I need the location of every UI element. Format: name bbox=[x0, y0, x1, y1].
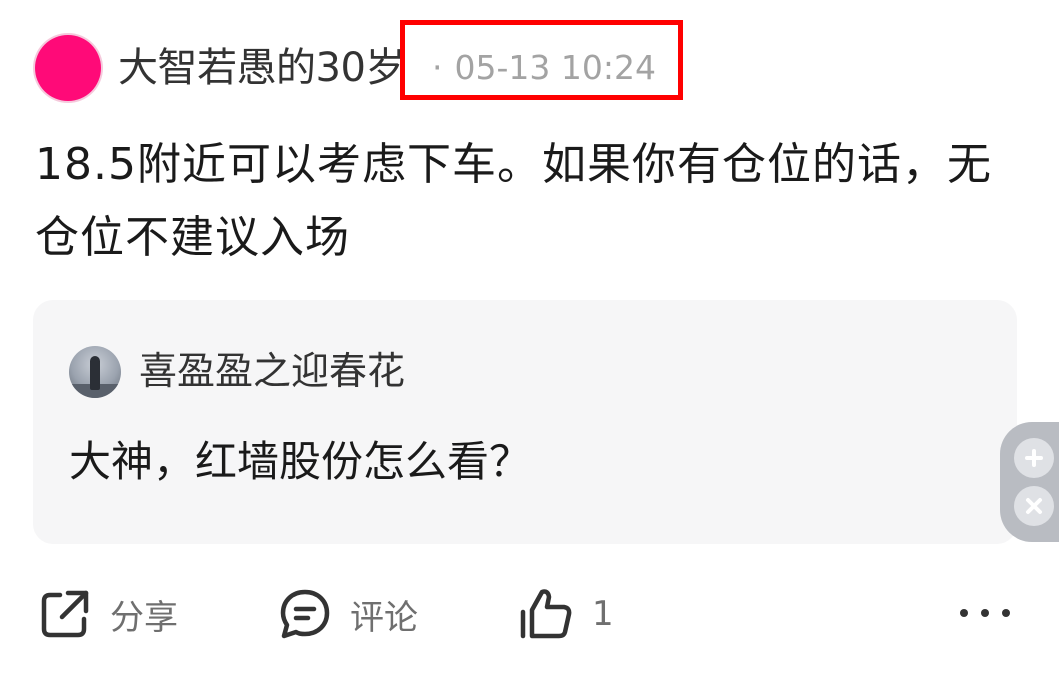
plus-icon bbox=[1025, 449, 1043, 467]
post-text: 18.5附近可以考虑下车。如果你有仓位的话，无仓位不建议入场 bbox=[35, 139, 992, 263]
comment-icon bbox=[280, 589, 330, 639]
author-name[interactable]: 大智若愚的30岁 bbox=[118, 42, 405, 94]
post-card: 大智若愚的30岁 · 05-13 10:24 18.5附近可以考虑下车。如果你有仓… bbox=[0, 0, 1059, 678]
plus-button[interactable] bbox=[1014, 438, 1054, 478]
close-button[interactable] bbox=[1014, 486, 1054, 526]
quoted-author-avatar[interactable] bbox=[69, 346, 121, 398]
share-icon bbox=[41, 590, 89, 638]
quoted-author-name[interactable]: 喜盈盈之迎春花 bbox=[139, 346, 405, 396]
more-icon bbox=[960, 609, 968, 617]
highlight-box bbox=[400, 20, 683, 100]
like-count: 1 bbox=[592, 594, 614, 634]
comment-label: 评论 bbox=[350, 597, 418, 638]
close-icon bbox=[1026, 498, 1042, 514]
author-avatar[interactable] bbox=[35, 35, 101, 101]
floating-side-controls bbox=[1000, 422, 1059, 542]
more-button[interactable] bbox=[960, 596, 1010, 630]
more-icon-dot bbox=[1002, 609, 1010, 617]
comment-button[interactable]: 评论 bbox=[278, 584, 418, 644]
like-button[interactable]: 1 bbox=[518, 584, 614, 644]
share-button[interactable]: 分享 bbox=[38, 584, 178, 644]
more-icon-dot bbox=[981, 609, 989, 617]
avatar-figure bbox=[90, 356, 100, 390]
quoted-comment-card[interactable]: 喜盈盈之迎春花 大神，红墙股份怎么看？ bbox=[33, 300, 1017, 544]
share-label: 分享 bbox=[110, 597, 178, 638]
quoted-comment-text: 大神，红墙股份怎么看？ bbox=[69, 437, 532, 486]
thumbs-up-icon bbox=[520, 589, 572, 639]
